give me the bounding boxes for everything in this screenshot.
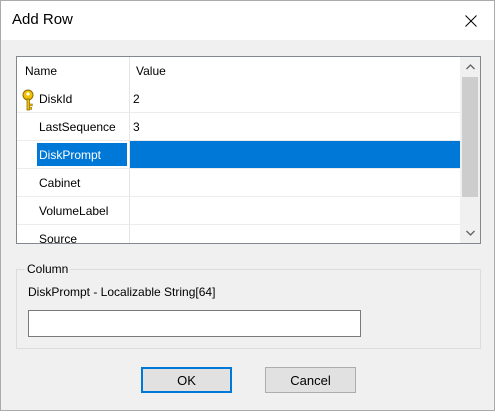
scroll-thumb[interactable] bbox=[462, 77, 478, 197]
column-header-value[interactable]: Value bbox=[136, 64, 166, 78]
table-row[interactable]: DiskId 2 bbox=[17, 85, 460, 113]
add-row-dialog: Add Row Name Value DiskId 2 LastSequence… bbox=[0, 0, 495, 411]
row-name: Cabinet bbox=[39, 176, 81, 190]
cancel-button[interactable]: Cancel bbox=[265, 367, 356, 393]
row-grid[interactable]: Name Value DiskId 2 LastSequence 3 DiskP… bbox=[16, 56, 481, 244]
close-icon bbox=[465, 14, 477, 27]
ok-button[interactable]: OK bbox=[141, 367, 232, 393]
row-name: LastSequence bbox=[39, 120, 116, 134]
key-icon bbox=[22, 89, 34, 111]
vertical-scrollbar[interactable] bbox=[460, 57, 480, 243]
column-description: DiskPrompt - Localizable String[64] bbox=[28, 285, 216, 299]
table-row[interactable]: LastSequence 3 bbox=[17, 113, 460, 141]
row-value[interactable]: 3 bbox=[133, 120, 140, 134]
row-value[interactable]: 2 bbox=[133, 92, 140, 106]
column-value-input[interactable] bbox=[28, 310, 361, 337]
grid-header: Name Value bbox=[17, 57, 460, 85]
title-bar[interactable]: Add Row bbox=[1, 1, 494, 40]
window-title: Add Row bbox=[12, 11, 73, 28]
scroll-down-button[interactable] bbox=[460, 223, 480, 243]
chevron-up-icon bbox=[465, 64, 475, 70]
table-row[interactable]: Source bbox=[17, 225, 460, 243]
table-row-selected[interactable]: DiskPrompt bbox=[17, 141, 460, 169]
column-groupbox bbox=[16, 269, 481, 349]
row-name: DiskPrompt bbox=[39, 148, 102, 162]
column-group-label: Column bbox=[25, 262, 71, 276]
value-cell-editor[interactable] bbox=[130, 141, 460, 168]
table-row[interactable]: VolumeLabel bbox=[17, 197, 460, 225]
row-name: Source bbox=[39, 232, 78, 243]
close-button[interactable] bbox=[448, 1, 494, 40]
chevron-down-icon bbox=[465, 230, 475, 236]
table-row[interactable]: Cabinet bbox=[17, 169, 460, 197]
row-name: DiskId bbox=[39, 92, 73, 106]
grid-viewport: Name Value DiskId 2 LastSequence 3 DiskP… bbox=[17, 57, 460, 243]
scroll-up-button[interactable] bbox=[460, 57, 480, 77]
row-name: VolumeLabel bbox=[39, 204, 109, 218]
column-header-name[interactable]: Name bbox=[25, 64, 57, 78]
